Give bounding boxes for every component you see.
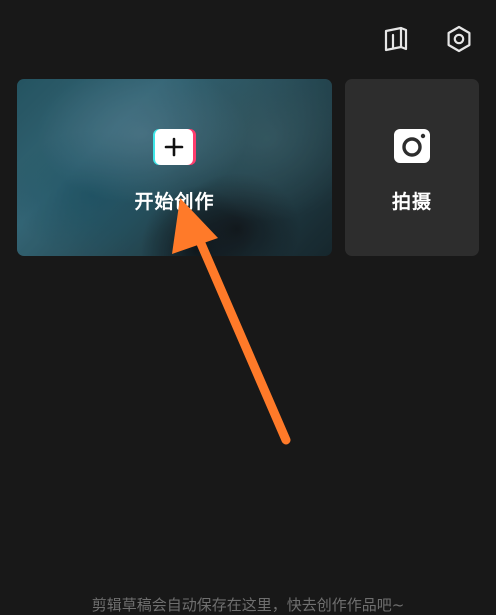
- start-creating-label: 开始创作: [134, 191, 215, 213]
- settings-icon[interactable]: [444, 24, 474, 54]
- plus-icon: [153, 129, 196, 165]
- tutorial-book-icon[interactable]: [381, 24, 411, 54]
- drafts-hint-text: 剪辑草稿会自动保存在这里，快去创作作品吧~: [91, 596, 405, 614]
- start-creating-card[interactable]: 开始创作: [17, 79, 332, 256]
- shoot-card[interactable]: 拍摄: [345, 79, 479, 256]
- shoot-label: 拍摄: [391, 191, 432, 213]
- camera-icon: [394, 129, 430, 163]
- card-background-image: [17, 79, 332, 256]
